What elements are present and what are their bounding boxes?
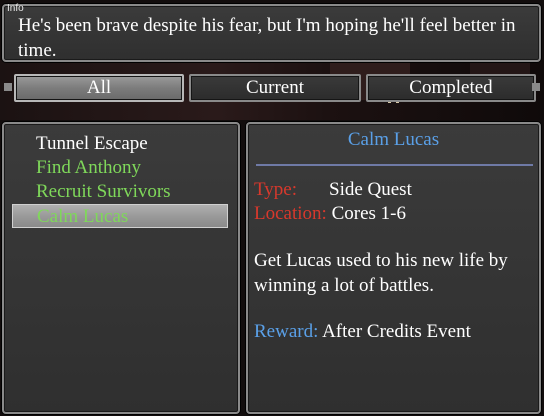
location-value: Cores 1-6: [331, 203, 406, 224]
reward-label: Reward:: [254, 321, 319, 342]
title-divider: [256, 164, 533, 166]
type-label: Type:: [254, 179, 297, 200]
reward-row: Reward: After Credits Event: [254, 320, 471, 344]
info-text: He's been brave despite his fear, but I'…: [18, 15, 516, 61]
quest-item-recruit-survivors[interactable]: Recruit Survivors: [12, 180, 228, 204]
location-row: Location: Cores 1-6: [254, 202, 406, 226]
tab-bar-right-cap: [532, 83, 540, 91]
quest-detail-panel: Calm Lucas Type: Side Quest Location: Co…: [246, 122, 541, 414]
tab-current[interactable]: Current: [189, 74, 361, 102]
quest-list-panel: Tunnel Escape Find Anthony Recruit Survi…: [2, 122, 240, 414]
quest-title: Calm Lucas: [347, 129, 440, 150]
tab-completed[interactable]: Completed: [366, 74, 536, 102]
tab-bar-left-cap: [4, 83, 12, 91]
location-label: Location:: [254, 203, 327, 224]
info-window: Info He's been brave despite his fear, b…: [2, 3, 541, 62]
type-row: Type: Side Quest: [254, 178, 412, 202]
reward-value: After Credits Event: [322, 321, 471, 342]
type-value: Side Quest: [329, 179, 412, 200]
quest-item-calm-lucas[interactable]: Calm Lucas: [12, 204, 228, 228]
quest-item-tunnel-escape[interactable]: Tunnel Escape: [12, 132, 228, 156]
quest-item-find-anthony[interactable]: Find Anthony: [12, 156, 228, 180]
quest-filter-tabs: All Current Completed: [4, 74, 540, 104]
quest-description: Get Lucas used to his new life by winnin…: [254, 250, 508, 296]
tab-all[interactable]: All: [14, 74, 184, 102]
